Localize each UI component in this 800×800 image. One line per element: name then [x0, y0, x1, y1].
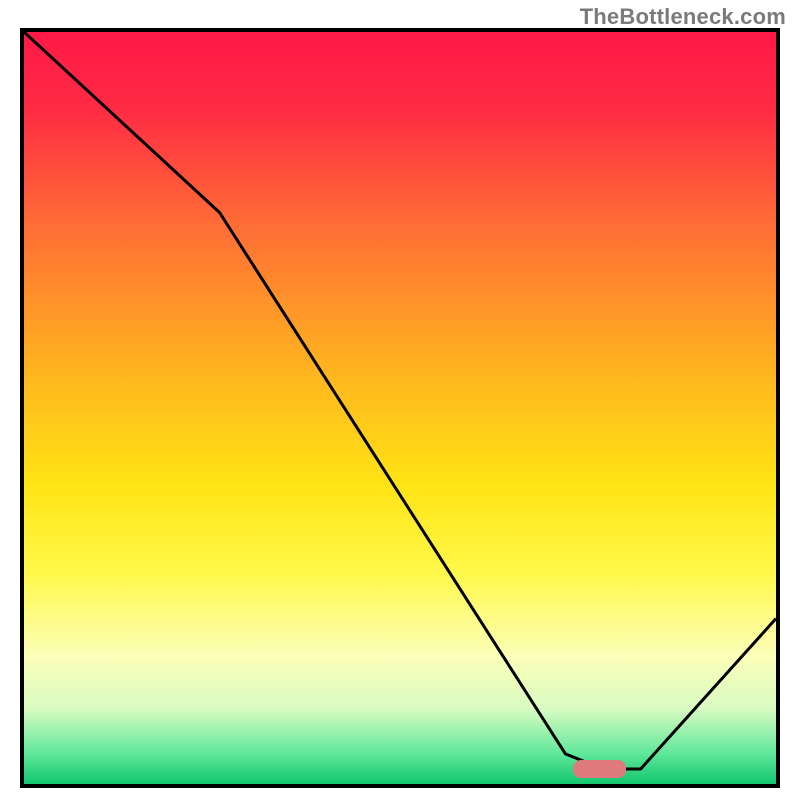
- optimal-marker: [573, 760, 626, 778]
- bottleneck-curve: [24, 32, 776, 784]
- curve-path: [24, 32, 776, 769]
- watermark-text: TheBottleneck.com: [580, 4, 786, 30]
- chart-frame: [20, 28, 780, 788]
